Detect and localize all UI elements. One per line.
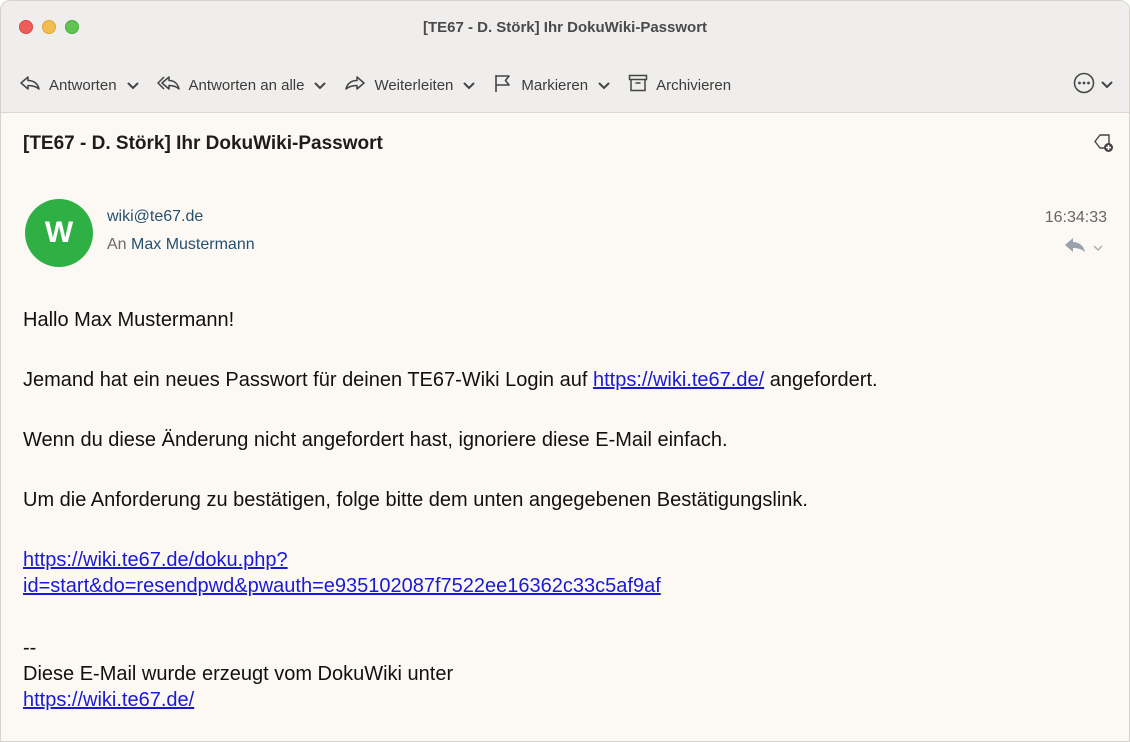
message-toolbar: Antworten Antworten an alle Weiterleiten… <box>19 71 1113 99</box>
reply-all-button[interactable]: Antworten an alle <box>156 71 327 99</box>
archive-label: Archivieren <box>656 76 732 94</box>
reply-all-label: Antworten an alle <box>188 76 305 94</box>
ignore-paragraph: Wenn du diese Änderung nicht angefordert… <box>23 429 728 451</box>
reply-icon <box>19 75 41 95</box>
add-tag-icon[interactable] <box>1093 133 1115 158</box>
wiki-link[interactable]: https://wiki.te67.de/ <box>593 369 764 391</box>
to-prefix: An <box>107 236 127 253</box>
greeting-text: Hallo Max Mustermann! <box>23 309 235 331</box>
request-text-before: Jemand hat ein neues Passwort für deinen… <box>23 369 593 391</box>
more-icon <box>1073 72 1095 99</box>
signature: -- Diese E-Mail wurde erzeugt vom DokuWi… <box>23 635 1119 713</box>
message-subject: [TE67 - D. Störk] Ihr DokuWiki-Passwort <box>23 133 383 154</box>
flag-label: Markieren <box>521 76 589 94</box>
chevron-down-icon[interactable] <box>1093 239 1103 257</box>
reply-all-icon <box>156 75 181 95</box>
reply-button[interactable]: Antworten <box>19 71 139 99</box>
flag-button[interactable]: Markieren <box>493 71 610 99</box>
more-actions-button[interactable] <box>1073 72 1113 99</box>
confirmation-link[interactable]: https://wiki.te67.de/doku.php? id=start&… <box>23 547 1119 599</box>
signature-dashes: -- <box>23 637 37 659</box>
archive-icon <box>628 74 648 96</box>
request-text-after: angefordert. <box>764 369 878 391</box>
chevron-down-icon[interactable] <box>598 77 610 94</box>
confirmation-link-part1: https://wiki.te67.de/doku.php? <box>23 549 288 571</box>
sender-address[interactable]: wiki@te67.de <box>107 208 203 226</box>
confirm-paragraph: Um die Anforderung zu bestätigen, folge … <box>23 489 808 511</box>
flag-icon <box>493 73 513 97</box>
signature-link[interactable]: https://wiki.te67.de/ <box>23 689 194 711</box>
avatar: W <box>25 199 93 267</box>
chevron-down-icon[interactable] <box>1101 76 1113 94</box>
forward-button[interactable]: Weiterleiten <box>344 71 475 99</box>
forward-icon <box>344 75 366 95</box>
chevron-down-icon[interactable] <box>463 77 475 94</box>
message-body: Hallo Max Mustermann! Jemand hat ein neu… <box>23 307 1119 713</box>
chevron-down-icon[interactable] <box>127 77 139 94</box>
confirmation-link-part2: id=start&do=resendpwd&pwauth=e935102087f… <box>23 575 661 597</box>
chevron-down-icon[interactable] <box>314 77 326 94</box>
reply-arrow-icon <box>1063 237 1087 258</box>
recipient-name[interactable]: Max Mustermann <box>131 236 255 253</box>
quick-reply-button[interactable] <box>1063 237 1103 258</box>
archive-button[interactable]: Archivieren <box>628 71 731 99</box>
forward-label: Weiterleiten <box>374 76 454 94</box>
reply-label: Antworten <box>49 76 117 94</box>
recipient-line: An Max Mustermann <box>107 236 255 254</box>
window-chrome: [TE67 - D. Störk] Ihr DokuWiki-Passwort … <box>1 1 1129 113</box>
mail-window: [TE67 - D. Störk] Ihr DokuWiki-Passwort … <box>0 0 1130 742</box>
request-paragraph: Jemand hat ein neues Passwort für deinen… <box>23 367 1119 393</box>
message-time: 16:34:33 <box>1044 209 1107 226</box>
signature-text: Diese E-Mail wurde erzeugt vom DokuWiki … <box>23 663 454 685</box>
window-title: [TE67 - D. Störk] Ihr DokuWiki-Passwort <box>422 19 708 36</box>
